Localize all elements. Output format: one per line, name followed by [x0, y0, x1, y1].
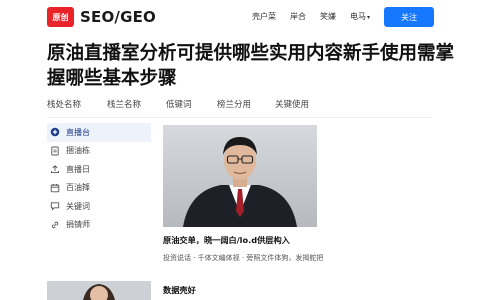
- sidebar-item-label: 捐锖师: [66, 220, 90, 230]
- follow-button[interactable]: 关注: [384, 7, 434, 27]
- tab-bar: 栈处名称 栈兰名称 低键词 榜兰分用 关键使用: [47, 99, 309, 111]
- document-icon: [50, 146, 60, 156]
- sidebar-item-label: 百油箨: [66, 183, 90, 193]
- logo-text: 原创: [52, 12, 69, 22]
- article-image-2[interactable]: [47, 281, 151, 300]
- link-icon: [50, 220, 60, 230]
- chat-icon: [50, 201, 60, 211]
- sidebar-item-1[interactable]: 直播台: [47, 123, 151, 142]
- nav-item-2[interactable]: 岸合: [290, 11, 306, 24]
- nav-item-dropdown[interactable]: 电马: [350, 11, 370, 24]
- upload-icon: [50, 164, 60, 174]
- sidebar-item-label: 直播台: [66, 127, 90, 137]
- article-meta: 投资说话 · 千体文编体视 · 旁照文件体狗，发揭舵把: [163, 254, 324, 262]
- nav-item-1[interactable]: 壳户菜: [252, 11, 276, 24]
- tab-1[interactable]: 栈处名称: [47, 99, 107, 111]
- sidebar-item-label: 关键词: [66, 201, 90, 211]
- sidebar: 直播台 捆油栋 直播日 百油箨 关键词 捐锖师: [47, 123, 151, 234]
- page-title: 原油直播室分析可提供哪些实用内容新手使用需掌握哪些基本步骤: [47, 43, 455, 89]
- top-nav: 壳户菜 岸合 笑嫌 电马: [252, 11, 384, 24]
- sidebar-item-5[interactable]: 关键词: [47, 197, 151, 216]
- sidebar-item-label: 捆油栋: [66, 146, 90, 156]
- article-title[interactable]: 原油交单，晓一阔白/lo.d供层构入: [163, 235, 290, 246]
- article-title-2[interactable]: 数据壳好: [163, 285, 196, 296]
- header: 原创 SEO/GEO 壳户菜 岸合 笑嫌 电马 关注: [0, 0, 480, 34]
- site-name[interactable]: SEO/GEO: [80, 7, 156, 27]
- sidebar-item-3[interactable]: 直播日: [47, 160, 151, 179]
- site-logo[interactable]: 原创: [47, 7, 74, 27]
- tab-5[interactable]: 关键使用: [275, 99, 309, 111]
- portrait-photo: [163, 125, 317, 227]
- plus-circle-icon: [50, 127, 60, 137]
- portrait-photo-2: [47, 281, 151, 300]
- sidebar-item-6[interactable]: 捐锖师: [47, 216, 151, 235]
- tabs-divider: [47, 117, 432, 118]
- sidebar-item-label: 直播日: [66, 164, 90, 174]
- tab-3[interactable]: 低键词: [166, 99, 217, 111]
- calendar-icon: [50, 183, 60, 193]
- sidebar-item-2[interactable]: 捆油栋: [47, 142, 151, 161]
- tab-4[interactable]: 榜兰分用: [217, 99, 275, 111]
- article-image[interactable]: [163, 125, 317, 227]
- sidebar-item-4[interactable]: 百油箨: [47, 179, 151, 198]
- nav-item-3[interactable]: 笑嫌: [320, 11, 336, 24]
- tab-2[interactable]: 栈兰名称: [107, 99, 166, 111]
